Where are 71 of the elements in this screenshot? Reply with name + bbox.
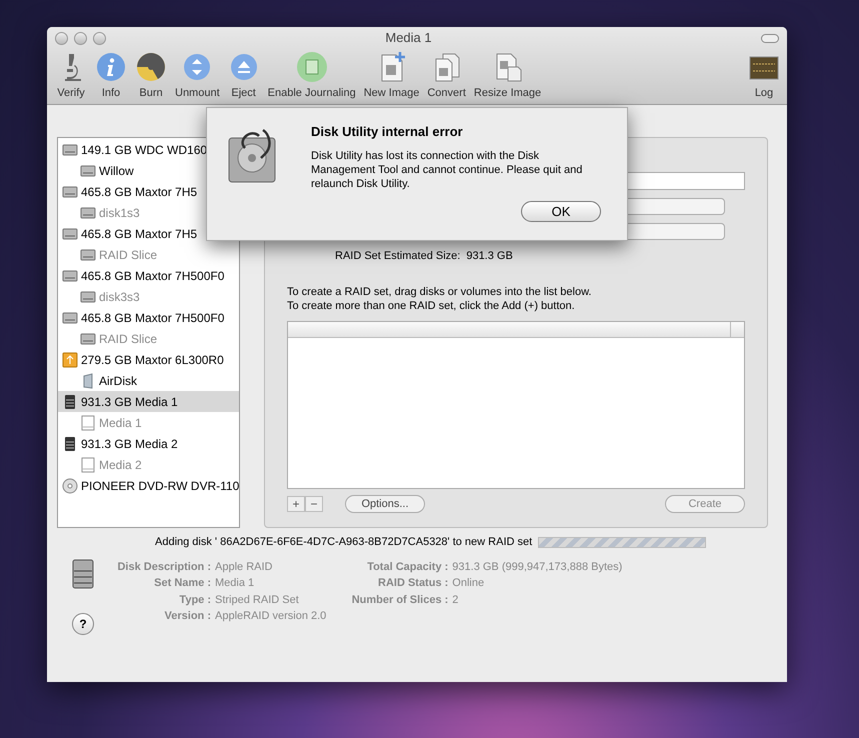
toolbar-button[interactable]: New Image [360,50,424,101]
remove-button[interactable]: − [305,496,323,512]
toolbar-button[interactable]: Resize Image [470,50,546,101]
hard-drive-icon [62,268,78,284]
close-button[interactable] [55,32,68,44]
add-button[interactable]: + [287,496,305,512]
sidebar-item[interactable]: AirDisk [58,370,239,391]
info-icon [95,50,127,82]
info-value: Apple RAID [215,560,274,574]
window-title: Media 1 [384,29,433,48]
hard-drive-icon [80,246,96,262]
hard-drive-icon [80,204,96,220]
toolbar-button[interactable]: Info [91,50,131,101]
hard-drive-icon [62,226,78,242]
zoom-button[interactable] [93,32,106,44]
sidebar-item[interactable]: PIONEER DVD-RW DVR-110 [58,475,239,496]
info-value: AppleRAID version 2.0 [215,609,326,624]
dialog-title: Disk Utility internal error [311,123,464,141]
ok-button[interactable]: OK [521,200,601,222]
sidebar-item[interactable]: 465.8 GB Maxtor 7H5 [58,181,239,202]
hard-drive-icon [80,162,96,178]
info-label: Type : [178,592,211,608]
info-label: RAID Status : [377,576,448,591]
disc-icon [62,478,78,494]
toolbar-toggle-button[interactable] [761,34,779,42]
sidebar-item[interactable]: 465.8 GB Maxtor 7H5 [58,223,239,244]
info-value: 2 [452,592,460,608]
minimize-button[interactable] [74,32,87,44]
instruction-text: To create a RAID set, drag disks or volumes into the list below. [287,284,592,298]
info-value: 931.3 GB (999,947,173,888 Bytes) [452,560,622,574]
sidebar-item[interactable]: 931.3 GB Media 1 [58,391,239,412]
toolbar-button[interactable]: Verify [51,50,91,101]
drive-stack-icon [72,558,94,588]
sidebar-item[interactable]: 149.1 GB WDC WD160 [58,139,239,160]
info-label: Set Name : [153,576,211,591]
sidebar-item[interactable]: 465.8 GB Maxtor 7H500F0 [58,307,239,328]
volume-icon [80,414,96,430]
info-value: Striped RAID Set [215,592,300,608]
help-button[interactable]: ? [72,612,94,634]
sidebar-item[interactable]: Willow [58,160,239,181]
status-message: Adding disk ' 86A2D67E-6F6E-4D7C-A963-8B72D7CA5328' to new RAID set [155,535,532,550]
info-label: Number of Slices : [350,592,448,608]
sidebar-item[interactable]: 931.3 GB Media 2 [58,433,239,454]
sidebar-item[interactable]: 279.5 GB Maxtor 6L300R0 [58,349,239,370]
field-label: RAID Set Estimated Size: [335,249,460,264]
log-button[interactable]: Log [745,54,783,101]
volume-icon [80,456,96,472]
instruction-text: To create more than one RAID set, click the Add (+) button. [287,298,576,312]
hard-drive-icon [62,310,78,326]
toolbar-button[interactable]: Unmount [171,50,224,101]
toolbar-button[interactable]: Eject [224,50,264,101]
toolbar-button[interactable]: Enable Journaling [264,50,360,101]
options-button[interactable]: Options... [345,495,425,513]
hard-drive-icon [80,288,96,304]
drive-stack-icon [62,436,78,452]
hard-drive-icon [62,184,78,200]
field-value: 931.3 GB [466,249,513,264]
info-label: Disk Description : [116,560,211,574]
log-icon [749,54,779,80]
dialog-message: Disk Utility has lost its connection with the Disk Management Tool and cannot continue. Please quit and relaunch Disk Utility. [311,148,584,190]
toolbar-button[interactable]: Burn [131,50,171,101]
info-value: Media 1 [215,576,256,591]
toolbar-button[interactable]: Convert [423,50,470,101]
hard-drive-icon [62,142,78,158]
hard-drive-icon [62,352,78,368]
drive-stack-icon [62,394,78,410]
info-value: Online [452,576,486,591]
hard-drive-icon [80,330,96,346]
info-label: Total Capacity : [366,560,448,574]
info-label: Version : [164,609,211,624]
sidebar-item[interactable]: 465.8 GB Maxtor 7H500F0 [58,265,239,286]
